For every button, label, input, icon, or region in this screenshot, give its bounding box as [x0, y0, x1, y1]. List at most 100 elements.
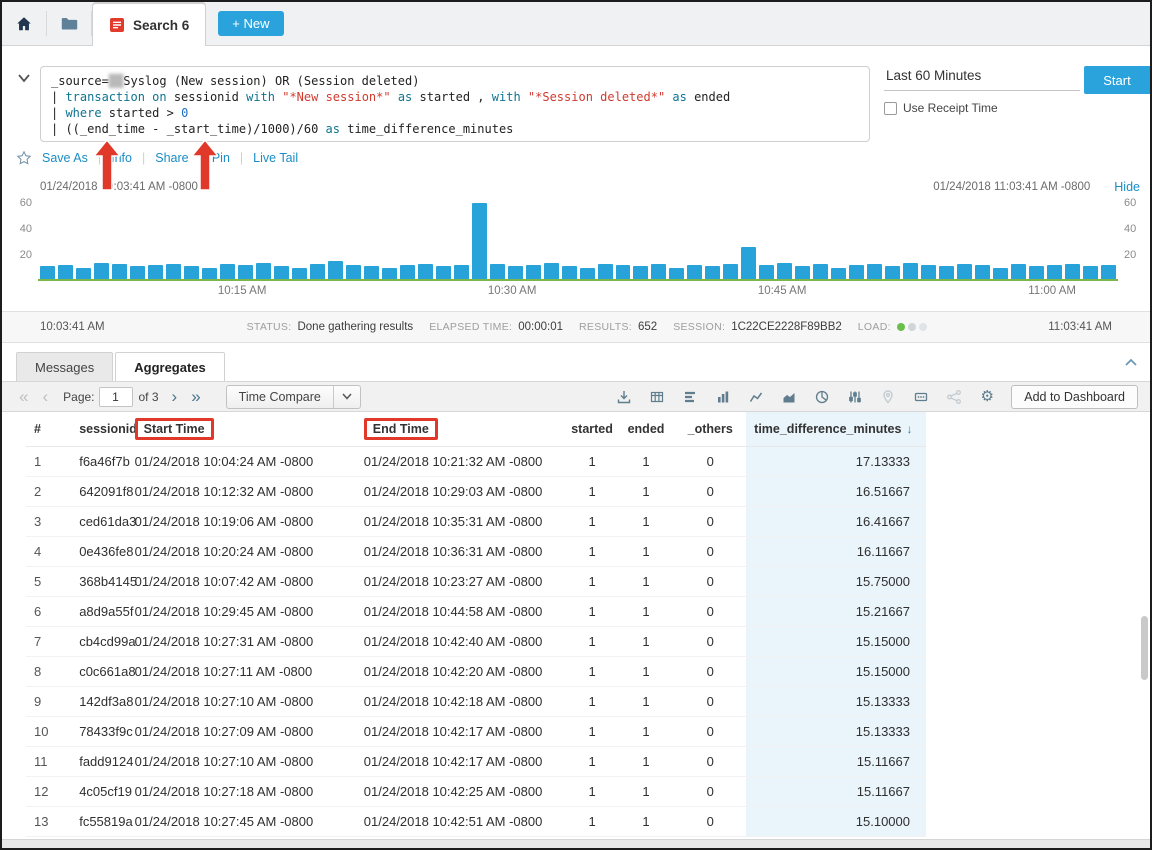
map-pin-icon[interactable]	[878, 387, 898, 407]
table-row[interactable]: 5368b414501/24/2018 10:07:42 AM -080001/…	[26, 566, 926, 596]
histogram-bar[interactable]	[202, 268, 217, 279]
histogram-bar[interactable]	[957, 264, 972, 279]
histogram-bar[interactable]	[256, 263, 271, 279]
histogram-bar[interactable]	[867, 264, 882, 279]
histogram-bar[interactable]	[813, 264, 828, 279]
action-link-live-tail[interactable]: Live Tail	[253, 151, 298, 165]
panel-collapse-button[interactable]	[1124, 355, 1138, 373]
histogram-bar[interactable]	[346, 265, 361, 279]
column-header-started[interactable]: started	[566, 412, 617, 446]
table-row[interactable]: 3ced61da301/24/2018 10:19:06 AM -080001/…	[26, 506, 926, 536]
table-row[interactable]: 9142df3a801/24/2018 10:27:10 AM -080001/…	[26, 686, 926, 716]
histogram-bar[interactable]	[76, 268, 91, 279]
histogram-bar[interactable]	[921, 265, 936, 279]
line-chart-icon[interactable]	[746, 387, 766, 407]
histogram-bar[interactable]	[382, 268, 397, 279]
pie-chart-icon[interactable]	[812, 387, 832, 407]
histogram-bar[interactable]	[472, 203, 487, 279]
histogram-bar[interactable]	[993, 268, 1008, 279]
histogram-bar[interactable]	[1011, 264, 1026, 279]
histogram-bar[interactable]	[436, 266, 451, 279]
action-link-save-as[interactable]: Save As	[42, 151, 88, 165]
table-row[interactable]: 124c05cf1901/24/2018 10:27:18 AM -080001…	[26, 776, 926, 806]
histogram-bar[interactable]	[831, 268, 846, 279]
histogram-bar[interactable]	[580, 268, 595, 279]
histogram-bar[interactable]	[633, 266, 648, 279]
time-compare-menu-button[interactable]	[333, 386, 360, 408]
time-compare-button[interactable]: Time Compare	[226, 385, 361, 409]
histogram-bar[interactable]	[58, 265, 73, 279]
new-button[interactable]: + New	[218, 11, 283, 36]
start-search-button[interactable]: Start	[1084, 66, 1150, 94]
horizontal-scrollbar[interactable]	[2, 839, 1150, 848]
scrollbar-thumb[interactable]	[1141, 616, 1148, 680]
histogram-bar[interactable]	[562, 266, 577, 279]
histogram-bar[interactable]	[885, 266, 900, 279]
first-page-button[interactable]: «	[12, 388, 35, 405]
histogram-bar[interactable]	[400, 265, 415, 279]
column-header--[interactable]: #	[26, 412, 71, 446]
action-link-share[interactable]: Share	[155, 151, 188, 165]
histogram-bar[interactable]	[1101, 265, 1116, 279]
table-row[interactable]: 1f6a46f7b01/24/2018 10:04:24 AM -080001/…	[26, 446, 926, 476]
column-header-time_difference_minutes[interactable]: time_difference_minutes↓	[746, 412, 926, 446]
histogram-bar[interactable]	[166, 264, 181, 279]
histogram-bar[interactable]	[1065, 264, 1080, 279]
histogram-bar[interactable]	[238, 265, 253, 279]
histogram-bar[interactable]	[616, 265, 631, 279]
table-row[interactable]: 2642091f801/24/2018 10:12:32 AM -080001/…	[26, 476, 926, 506]
hide-histogram-link[interactable]: Hide	[1114, 180, 1140, 194]
download-icon[interactable]	[614, 387, 634, 407]
histogram-bar[interactable]	[975, 265, 990, 279]
table-row[interactable]: 13fc55819a01/24/2018 10:27:45 AM -080001…	[26, 806, 926, 836]
use-receipt-time-toggle[interactable]: Use Receipt Time	[884, 101, 1080, 115]
column-header-_others[interactable]: _others	[674, 412, 746, 446]
histogram-bar[interactable]	[939, 266, 954, 279]
table-row[interactable]: 1078433f9c01/24/2018 10:27:09 AM -080001…	[26, 716, 926, 746]
prev-page-button[interactable]: ‹	[35, 388, 55, 405]
histogram-bar[interactable]	[705, 266, 720, 279]
histogram-bar[interactable]	[148, 265, 163, 279]
histogram-bar[interactable]	[40, 266, 55, 279]
table-row[interactable]: 7cb4cd99a01/24/2018 10:27:31 AM -080001/…	[26, 626, 926, 656]
histogram-bar[interactable]	[1029, 266, 1044, 279]
histogram-bar[interactable]	[490, 264, 505, 279]
column-chart-icon[interactable]	[713, 387, 733, 407]
histogram-bar[interactable]	[1047, 265, 1062, 279]
histogram-bar[interactable]	[741, 247, 756, 279]
histogram-bar[interactable]	[723, 264, 738, 279]
bar-chart-horizontal-icon[interactable]	[680, 387, 700, 407]
gear-icon[interactable]: ⚙	[977, 387, 997, 407]
column-header-start-time[interactable]: Start Time	[127, 412, 356, 446]
favorite-star-icon[interactable]	[16, 150, 32, 166]
table-row[interactable]: 6a8d9a55f01/24/2018 10:29:45 AM -080001/…	[26, 596, 926, 626]
add-to-dashboard-button[interactable]: Add to Dashboard	[1011, 385, 1138, 409]
tab-messages[interactable]: Messages	[16, 352, 113, 381]
histogram-bar[interactable]	[220, 264, 235, 279]
histogram-bar[interactable]	[184, 266, 199, 279]
histogram-bar[interactable]	[292, 268, 307, 279]
histogram-bar[interactable]	[1083, 266, 1098, 279]
histogram-bar[interactable]	[454, 265, 469, 279]
histogram-bar[interactable]	[418, 264, 433, 279]
settings-sliders-icon[interactable]	[845, 387, 865, 407]
receipt-time-checkbox[interactable]	[884, 102, 897, 115]
histogram-bar[interactable]	[849, 265, 864, 279]
query-editor[interactable]: _source=██Syslog (New session) OR (Sessi…	[40, 66, 870, 142]
table-row[interactable]: 40e436fe801/24/2018 10:20:24 AM -080001/…	[26, 536, 926, 566]
histogram-bar[interactable]	[526, 265, 541, 279]
area-chart-icon[interactable]	[779, 387, 799, 407]
table-row[interactable]: 8c0c661a801/24/2018 10:27:11 AM -080001/…	[26, 656, 926, 686]
table-icon[interactable]	[647, 387, 667, 407]
histogram-bar[interactable]	[508, 266, 523, 279]
histogram-bar[interactable]	[130, 266, 145, 279]
column-header-sessionid[interactable]: sessionid	[71, 412, 126, 446]
histogram-bar[interactable]	[777, 263, 792, 279]
histogram-bar[interactable]	[598, 264, 613, 279]
table-row[interactable]: 11fadd912401/24/2018 10:27:10 AM -080001…	[26, 746, 926, 776]
histogram-bar[interactable]	[94, 263, 109, 279]
query-collapse-button[interactable]	[17, 70, 31, 88]
vertical-scrollbar[interactable]	[1141, 416, 1148, 833]
tab-search-6[interactable]: Search 6	[92, 2, 206, 46]
histogram-bar[interactable]	[328, 261, 343, 279]
